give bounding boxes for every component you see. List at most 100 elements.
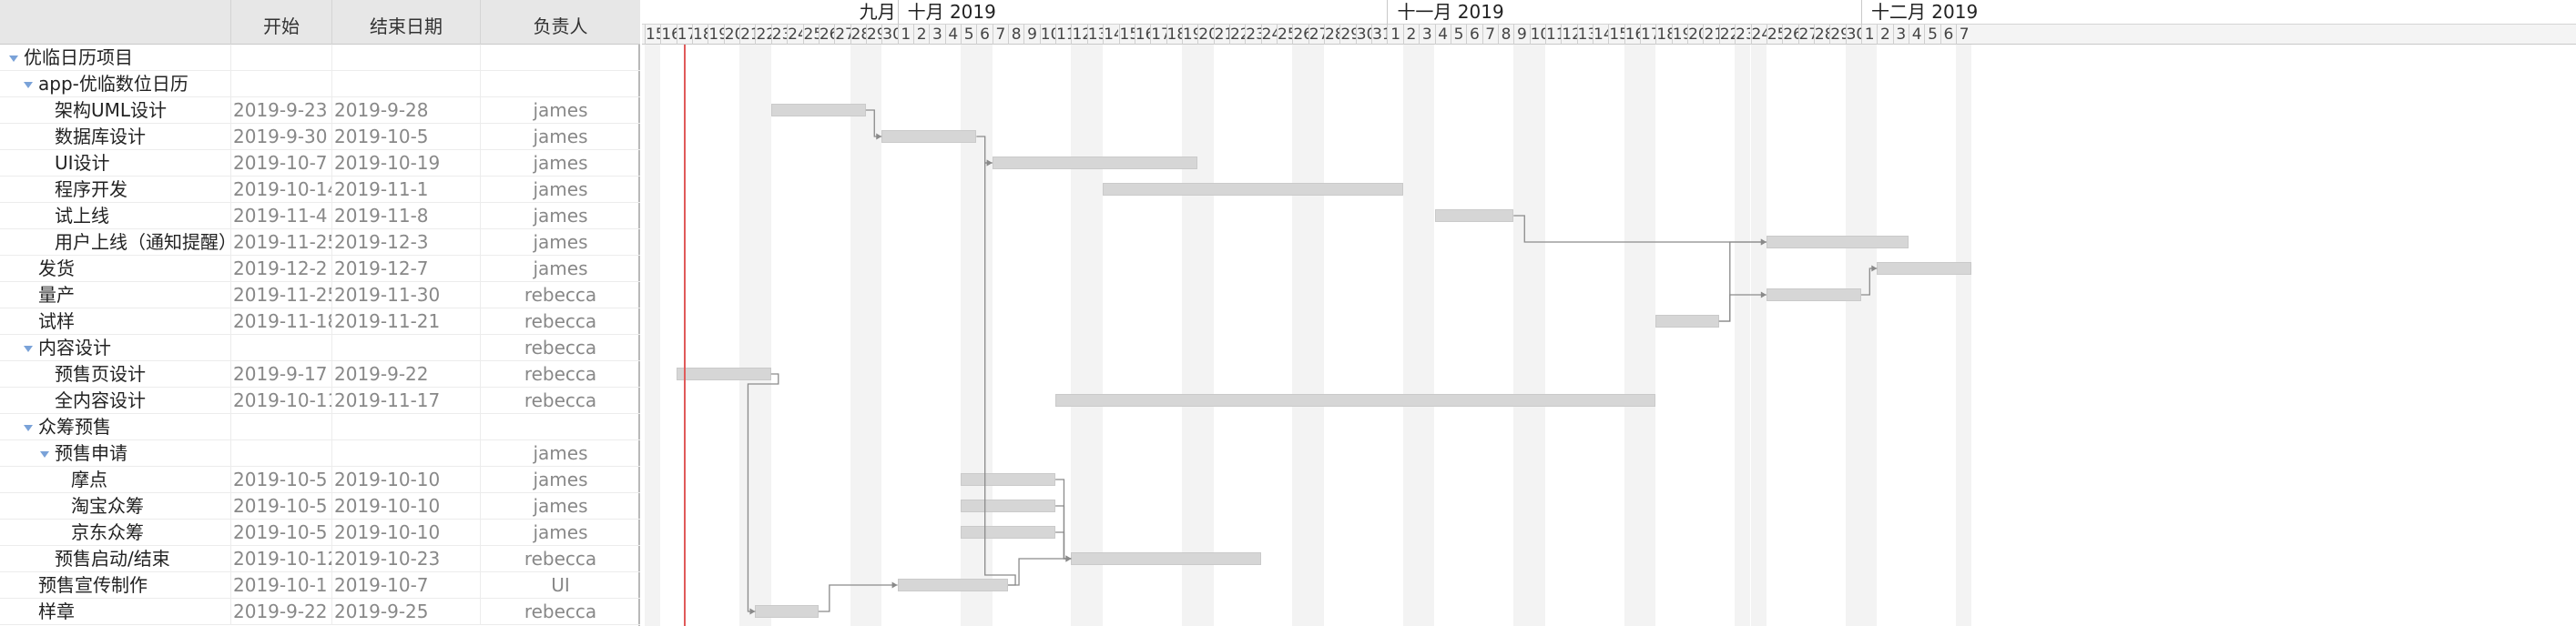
task-row[interactable]: 内容设计 rebecca: [0, 335, 640, 361]
task-name-cell[interactable]: 数据库设计: [0, 124, 231, 150]
task-end-date[interactable]: 2019-11-1: [332, 177, 481, 203]
task-owner[interactable]: [481, 71, 640, 97]
task-name-cell[interactable]: 试样: [0, 308, 231, 335]
task-row[interactable]: 预售宣传制作 2019-10-1 2019-10-7 UI: [0, 572, 640, 599]
task-start-date[interactable]: 2019-10-14: [231, 177, 332, 203]
collapse-toggle-icon[interactable]: [24, 346, 33, 352]
task-row[interactable]: 预售启动/结束 2019-10-12 2019-10-23 rebecca: [0, 546, 640, 572]
task-owner[interactable]: [481, 414, 640, 440]
task-name-cell[interactable]: 程序开发: [0, 177, 231, 203]
task-owner[interactable]: rebecca: [481, 388, 640, 414]
task-row[interactable]: 试上线 2019-11-4 2019-11-8 james: [0, 203, 640, 229]
task-row[interactable]: 预售页设计 2019-9-17 2019-9-22 rebecca: [0, 361, 640, 388]
task-row[interactable]: 量产 2019-11-25 2019-11-30 rebecca: [0, 282, 640, 308]
task-start-date[interactable]: 2019-9-23: [231, 97, 332, 124]
task-end-date[interactable]: 2019-9-28: [332, 97, 481, 124]
task-start-date[interactable]: 2019-10-5: [231, 520, 332, 546]
task-name-cell[interactable]: UI设计: [0, 150, 231, 177]
task-end-date[interactable]: [332, 45, 481, 71]
task-end-date[interactable]: 2019-10-10: [332, 493, 481, 520]
task-name-cell[interactable]: 预售启动/结束: [0, 546, 231, 572]
task-end-date[interactable]: 2019-11-21: [332, 308, 481, 335]
task-start-date[interactable]: [231, 440, 332, 467]
task-owner[interactable]: james: [481, 97, 640, 124]
task-start-date[interactable]: 2019-10-11: [231, 388, 332, 414]
collapse-toggle-icon[interactable]: [24, 82, 33, 88]
task-owner[interactable]: rebecca: [481, 546, 640, 572]
task-start-date[interactable]: 2019-12-2: [231, 256, 332, 282]
task-start-date[interactable]: [231, 45, 332, 71]
task-start-date[interactable]: 2019-11-18: [231, 308, 332, 335]
task-row[interactable]: 摩点 2019-10-5 2019-10-10 james: [0, 467, 640, 493]
header-start[interactable]: 开始: [231, 0, 332, 45]
task-row[interactable]: 数据库设计 2019-9-30 2019-10-5 james: [0, 124, 640, 150]
task-name-cell[interactable]: 淘宝众筹: [0, 493, 231, 520]
task-end-date[interactable]: [332, 71, 481, 97]
task-owner[interactable]: rebecca: [481, 282, 640, 308]
task-end-date[interactable]: 2019-10-7: [332, 572, 481, 599]
task-row[interactable]: 京东众筹 2019-10-5 2019-10-10 james: [0, 520, 640, 546]
collapse-toggle-icon[interactable]: [9, 56, 18, 62]
task-name-cell[interactable]: 京东众筹: [0, 520, 231, 546]
task-row[interactable]: 用户上线（通知提醒） 2019-11-25 2019-12-3 james: [0, 229, 640, 256]
task-name-cell[interactable]: app-优临数位日历: [0, 71, 231, 97]
task-name-cell[interactable]: 架构UML设计: [0, 97, 231, 124]
task-start-date[interactable]: 2019-10-1: [231, 572, 332, 599]
header-name[interactable]: [0, 0, 231, 45]
task-row[interactable]: 众筹预售: [0, 414, 640, 440]
task-end-date[interactable]: 2019-12-3: [332, 229, 481, 256]
task-owner[interactable]: james: [481, 520, 640, 546]
task-row[interactable]: 预售申请 james: [0, 440, 640, 467]
collapse-toggle-icon[interactable]: [40, 451, 49, 458]
task-owner[interactable]: james: [481, 493, 640, 520]
task-owner[interactable]: james: [481, 256, 640, 282]
header-owner[interactable]: 负责人: [481, 0, 640, 45]
task-end-date[interactable]: [332, 440, 481, 467]
task-start-date[interactable]: 2019-9-22: [231, 599, 332, 625]
task-owner[interactable]: UI: [481, 572, 640, 599]
header-end[interactable]: 结束日期: [332, 0, 481, 45]
task-start-date[interactable]: 2019-9-30: [231, 124, 332, 150]
task-row[interactable]: 架构UML设计 2019-9-23 2019-9-28 james: [0, 97, 640, 124]
task-start-date[interactable]: 2019-9-17: [231, 361, 332, 388]
task-start-date[interactable]: [231, 414, 332, 440]
task-end-date[interactable]: 2019-10-5: [332, 124, 481, 150]
task-end-date[interactable]: 2019-11-30: [332, 282, 481, 308]
task-end-date[interactable]: 2019-9-25: [332, 599, 481, 625]
task-name-cell[interactable]: 试上线: [0, 203, 231, 229]
task-row[interactable]: 试样 2019-11-18 2019-11-21 rebecca: [0, 308, 640, 335]
task-row[interactable]: 样章 2019-9-22 2019-9-25 rebecca: [0, 599, 640, 625]
task-owner[interactable]: rebecca: [481, 335, 640, 361]
task-name-cell[interactable]: 发货: [0, 256, 231, 282]
task-end-date[interactable]: [332, 335, 481, 361]
task-name-cell[interactable]: 样章: [0, 599, 231, 625]
task-row[interactable]: 全内容设计 2019-10-11 2019-11-17 rebecca: [0, 388, 640, 414]
task-name-cell[interactable]: 内容设计: [0, 335, 231, 361]
task-start-date[interactable]: 2019-11-25: [231, 229, 332, 256]
task-end-date[interactable]: 2019-11-17: [332, 388, 481, 414]
task-owner[interactable]: rebecca: [481, 599, 640, 625]
task-start-date[interactable]: 2019-10-5: [231, 467, 332, 493]
task-row[interactable]: 优临日历项目: [0, 45, 640, 71]
task-start-date[interactable]: 2019-10-5: [231, 493, 332, 520]
task-owner[interactable]: james: [481, 150, 640, 177]
task-name-cell[interactable]: 预售宣传制作: [0, 572, 231, 599]
collapse-toggle-icon[interactable]: [24, 425, 33, 431]
task-owner[interactable]: james: [481, 229, 640, 256]
task-owner[interactable]: [481, 45, 640, 71]
task-owner[interactable]: rebecca: [481, 361, 640, 388]
task-start-date[interactable]: 2019-11-25: [231, 282, 332, 308]
task-name-cell[interactable]: 量产: [0, 282, 231, 308]
task-row[interactable]: 淘宝众筹 2019-10-5 2019-10-10 james: [0, 493, 640, 520]
task-row[interactable]: 发货 2019-12-2 2019-12-7 james: [0, 256, 640, 282]
task-name-cell[interactable]: 用户上线（通知提醒）: [0, 229, 231, 256]
task-end-date[interactable]: [332, 414, 481, 440]
task-start-date[interactable]: 2019-11-4: [231, 203, 332, 229]
task-owner[interactable]: james: [481, 467, 640, 493]
task-end-date[interactable]: 2019-11-8: [332, 203, 481, 229]
task-name-cell[interactable]: 预售页设计: [0, 361, 231, 388]
task-row[interactable]: 程序开发 2019-10-14 2019-11-1 james: [0, 177, 640, 203]
task-owner[interactable]: james: [481, 203, 640, 229]
task-owner[interactable]: james: [481, 440, 640, 467]
task-owner[interactable]: rebecca: [481, 308, 640, 335]
